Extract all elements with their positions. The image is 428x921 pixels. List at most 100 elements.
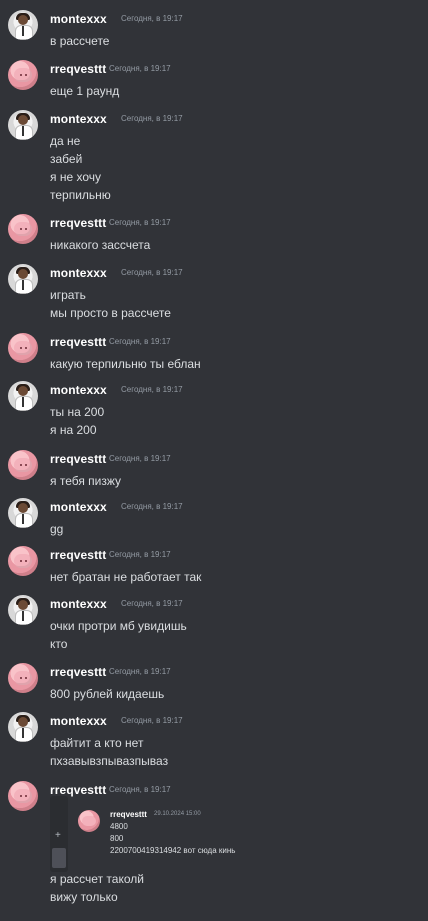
avatar[interactable] bbox=[8, 546, 38, 576]
username[interactable]: montexxx bbox=[50, 266, 107, 280]
username[interactable]: rreqvesttt bbox=[50, 335, 106, 349]
avatar-eye bbox=[20, 464, 22, 466]
quoted-text: 4800 bbox=[110, 822, 128, 831]
quoted-message[interactable]: rreqvesttt 29.10.2024 15:00 4800 800 2200700… bbox=[78, 808, 408, 868]
avatar[interactable] bbox=[8, 450, 38, 480]
avatar[interactable] bbox=[8, 663, 38, 693]
avatar-eye bbox=[25, 795, 27, 797]
avatar[interactable] bbox=[8, 10, 38, 40]
avatar[interactable] bbox=[8, 110, 38, 140]
avatar[interactable] bbox=[8, 333, 38, 363]
avatar[interactable] bbox=[8, 595, 38, 625]
avatar-body bbox=[15, 279, 33, 294]
message-text: в рассчете bbox=[50, 34, 110, 48]
quoted-timestamp: 29.10.2024 15:00 bbox=[154, 811, 201, 817]
message-text: я на 200 bbox=[50, 423, 97, 437]
avatar-blob bbox=[14, 222, 32, 236]
username[interactable]: montexxx bbox=[50, 383, 107, 397]
avatar-blob bbox=[14, 341, 32, 355]
username[interactable]: montexxx bbox=[50, 500, 107, 514]
message-text: gg bbox=[50, 522, 64, 536]
message-timestamp: Сегодня, в 19:17 bbox=[121, 385, 183, 394]
avatar-tie bbox=[22, 514, 24, 524]
message-text: еще 1 раунд bbox=[50, 84, 120, 98]
avatar[interactable] bbox=[8, 381, 38, 411]
avatar-blob bbox=[14, 68, 32, 82]
message-timestamp: Сегодня, в 19:17 bbox=[109, 550, 171, 559]
quoted-text: 2200700419314942 вот сюда кинь bbox=[110, 846, 236, 855]
avatar-body bbox=[15, 125, 33, 140]
message-text: очки протри мб увидишь bbox=[50, 619, 187, 633]
plus-icon[interactable]: + bbox=[55, 830, 61, 841]
avatar-body bbox=[15, 610, 33, 625]
username[interactable]: montexxx bbox=[50, 112, 107, 126]
avatar-head bbox=[18, 717, 28, 727]
avatar-tie bbox=[22, 26, 24, 36]
username[interactable]: rreqvesttt bbox=[50, 452, 106, 466]
avatar-eye bbox=[25, 74, 27, 76]
message-timestamp: Сегодня, в 19:17 bbox=[121, 502, 183, 511]
avatar[interactable] bbox=[8, 264, 38, 294]
username[interactable]: montexxx bbox=[50, 714, 107, 728]
username[interactable]: montexxx bbox=[50, 12, 107, 26]
avatar-head bbox=[18, 269, 28, 279]
message-text: какую терпильню ты еблан bbox=[50, 357, 201, 371]
avatar-tie bbox=[22, 611, 24, 621]
message-text: терпильню bbox=[50, 188, 111, 202]
avatar-eye bbox=[20, 795, 22, 797]
avatar-body bbox=[15, 513, 33, 528]
avatar-body bbox=[15, 25, 33, 40]
avatar-blob bbox=[14, 458, 32, 472]
message-text: я не хочу bbox=[50, 170, 101, 184]
avatar-eye bbox=[20, 228, 22, 230]
avatar-body bbox=[15, 727, 33, 742]
avatar[interactable] bbox=[8, 781, 38, 811]
message-text: забей bbox=[50, 152, 83, 166]
avatar-tie bbox=[22, 397, 24, 407]
avatar-head bbox=[18, 503, 28, 513]
avatar[interactable] bbox=[8, 214, 38, 244]
avatar-head bbox=[18, 15, 28, 25]
message-timestamp: Сегодня, в 19:17 bbox=[121, 268, 183, 277]
username[interactable]: rreqvesttt bbox=[50, 548, 106, 562]
message-text: кто bbox=[50, 637, 68, 651]
message-text: мы просто в рассчете bbox=[50, 306, 171, 320]
username[interactable]: rreqvesttt bbox=[50, 783, 106, 797]
scroll-handle[interactable] bbox=[52, 848, 66, 868]
username[interactable]: rreqvesttt bbox=[50, 62, 106, 76]
username[interactable]: montexxx bbox=[50, 597, 107, 611]
message-text: вижу только bbox=[50, 890, 118, 904]
avatar-blob bbox=[82, 816, 96, 826]
avatar-head bbox=[18, 600, 28, 610]
avatar-tie bbox=[22, 728, 24, 738]
avatar-eye bbox=[20, 74, 22, 76]
avatar-tie bbox=[22, 280, 24, 290]
avatar[interactable] bbox=[8, 712, 38, 742]
avatar-eye bbox=[25, 464, 27, 466]
message-timestamp: Сегодня, в 19:17 bbox=[121, 599, 183, 608]
username[interactable]: rreqvesttt bbox=[50, 665, 106, 679]
message-text: 800 рублей кидаешь bbox=[50, 687, 165, 701]
avatar-blob bbox=[14, 789, 32, 803]
avatar-blob bbox=[14, 671, 32, 685]
message-text: нет братан не работает так bbox=[50, 570, 202, 584]
chat-message-list: montexxx Сегодня, в 19:17 в рассчете rreqve… bbox=[0, 0, 428, 921]
message-text: играть bbox=[50, 288, 86, 302]
quoted-username: rreqvesttt bbox=[110, 810, 147, 819]
avatar-eye bbox=[25, 677, 27, 679]
avatar-eye bbox=[20, 677, 22, 679]
message-text: да не bbox=[50, 134, 81, 148]
avatar-eye bbox=[20, 347, 22, 349]
username[interactable]: rreqvesttt bbox=[50, 216, 106, 230]
message-timestamp: Сегодня, в 19:17 bbox=[121, 14, 183, 23]
avatar-head bbox=[18, 386, 28, 396]
reply-sidebar: + bbox=[50, 796, 68, 872]
message-text: пхзавывзпывазпываз bbox=[50, 754, 169, 768]
message-text: я тебя пизжу bbox=[50, 474, 122, 488]
avatar-eye bbox=[25, 347, 27, 349]
message-text: я рассчет таколй bbox=[50, 872, 144, 886]
message-timestamp: Сегодня, в 19:17 bbox=[109, 667, 171, 676]
avatar-eye bbox=[20, 560, 22, 562]
avatar[interactable] bbox=[8, 498, 38, 528]
avatar[interactable] bbox=[8, 60, 38, 90]
